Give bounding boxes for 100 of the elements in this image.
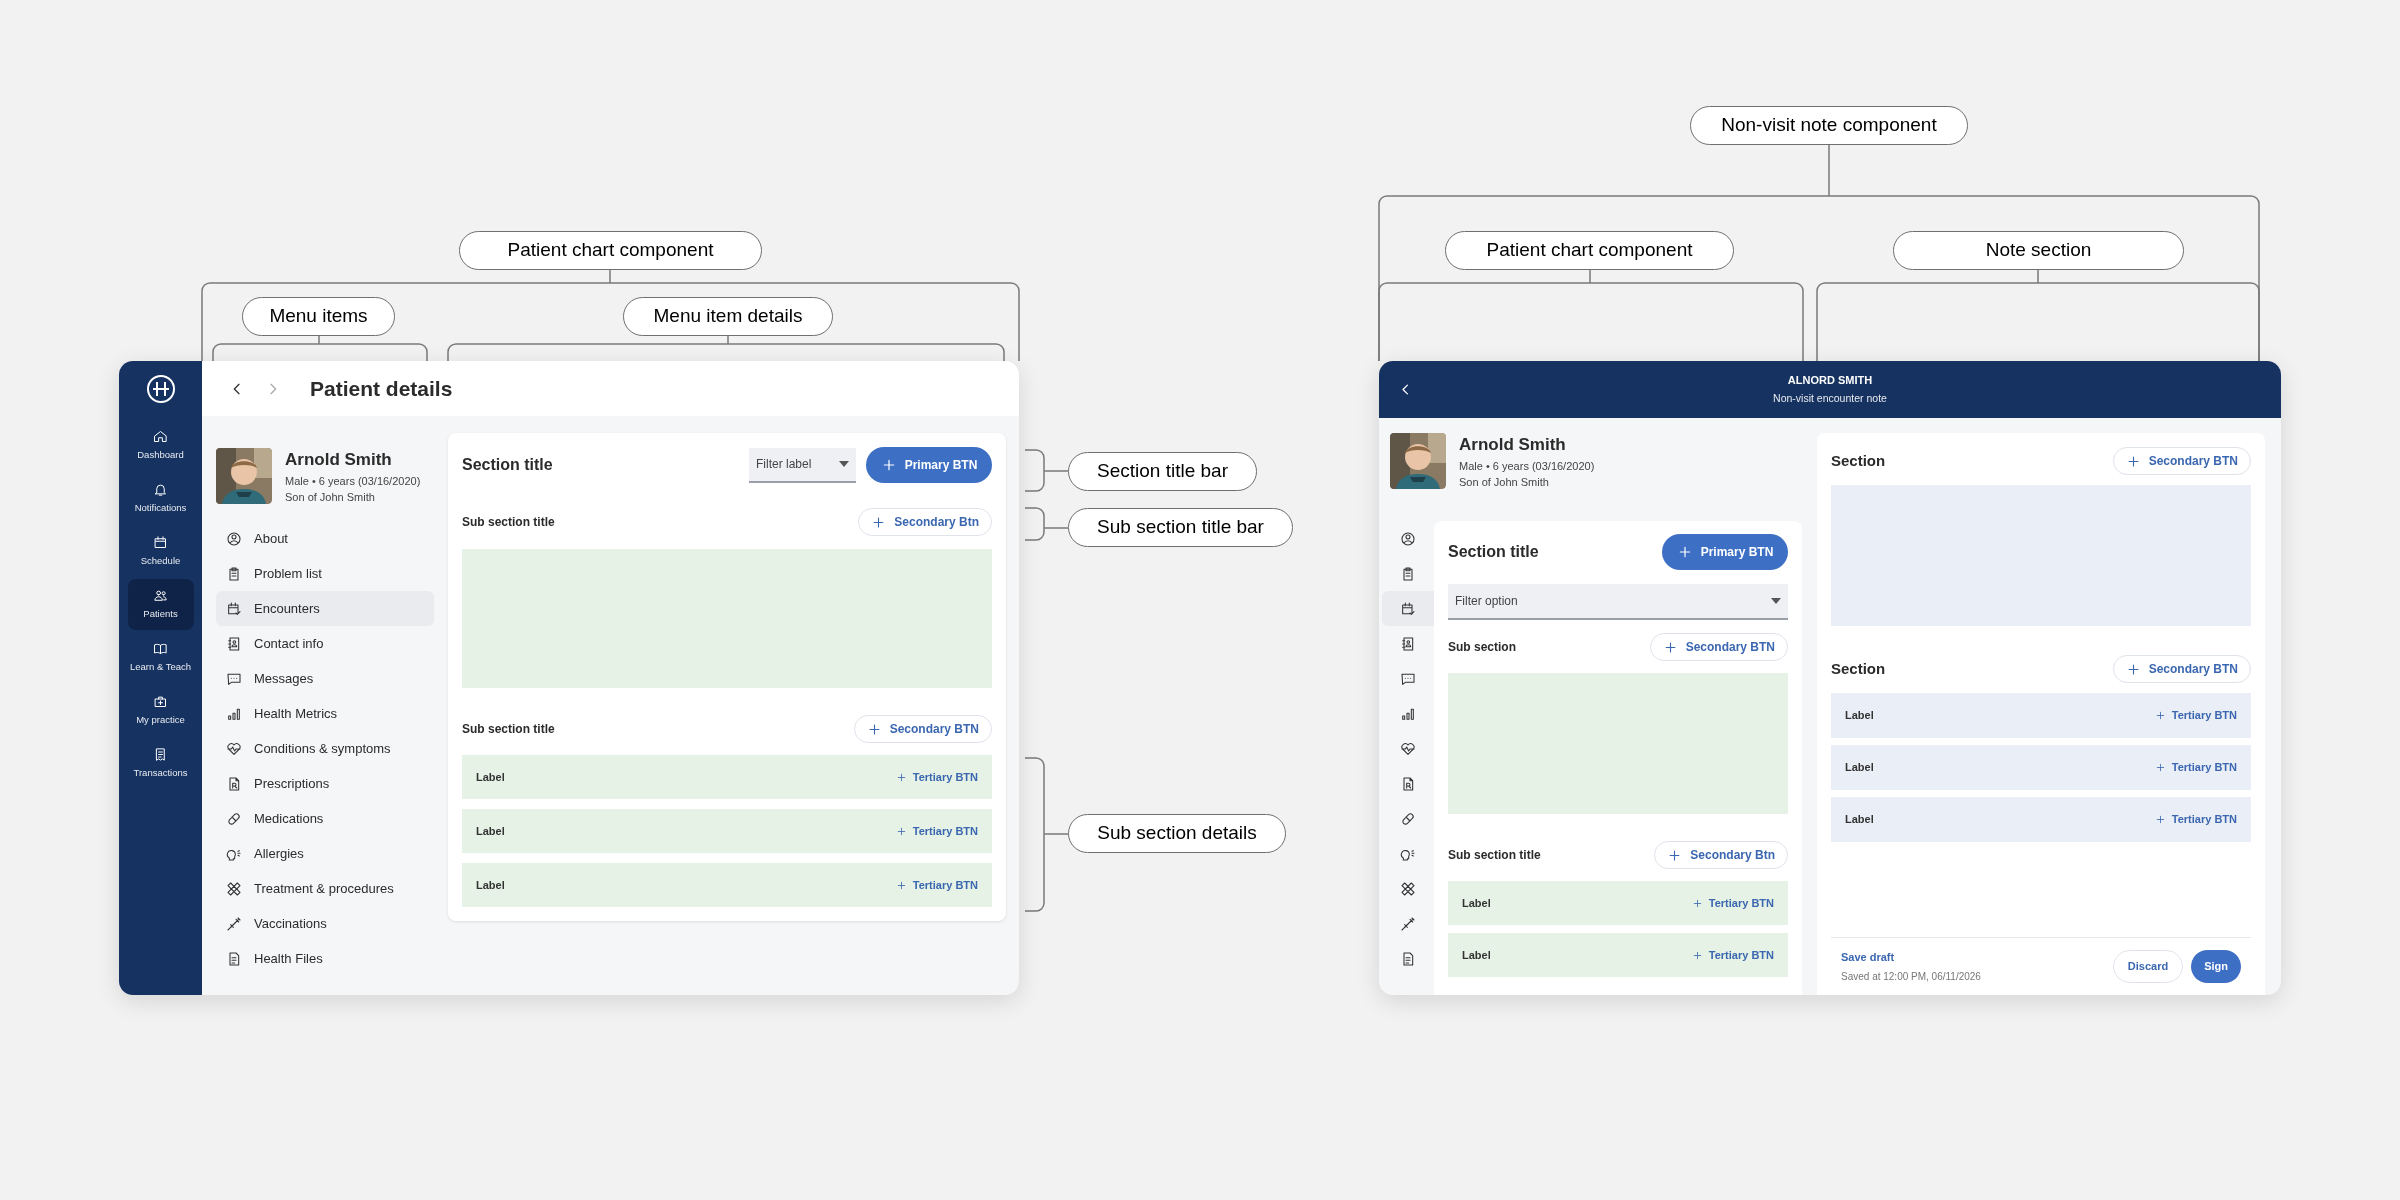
patient-name: Arnold Smith (1459, 434, 1567, 456)
patient-relation: Son of John Smith (285, 490, 376, 505)
section-title: Section title (462, 455, 554, 475)
home-icon (153, 428, 168, 444)
menu-item[interactable]: Prescriptions (216, 766, 434, 801)
tertiary-button[interactable]: Tertiary BTN (895, 876, 978, 894)
sign-button[interactable]: Sign (2191, 950, 2241, 983)
logo-icon (145, 374, 176, 404)
contact-card-icon (1400, 635, 1416, 652)
annotation-label: Section title bar (1068, 452, 1257, 491)
primary-button[interactable]: Primary BTN (866, 447, 992, 483)
secondary-button[interactable]: Secondary BTN (1649, 633, 1788, 661)
menu-item[interactable]: Treatment & procedures (216, 871, 434, 906)
plus-icon (895, 879, 907, 891)
secondary-button[interactable]: Secondary Btn (858, 508, 992, 536)
row-label: Label (1462, 947, 1491, 963)
row-label: Label (1462, 895, 1491, 911)
plus-icon (895, 825, 907, 837)
filter-dropdown[interactable]: Filter option (1448, 584, 1788, 620)
clipboard-icon (226, 565, 242, 582)
patient-details: Male • 6 years (03/16/2020) (1459, 459, 1595, 474)
primary-button[interactable]: Primary BTN (1662, 534, 1788, 570)
bracket-line (1024, 449, 1069, 492)
menu-icon-button[interactable] (1382, 591, 1434, 626)
medical-bag-icon (153, 693, 168, 709)
plus-icon (1667, 847, 1683, 863)
tertiary-button[interactable]: Tertiary BTN (2154, 759, 2237, 776)
secondary-button[interactable]: Secondary BTN (853, 715, 992, 743)
plus-icon (2125, 453, 2141, 469)
plus-icon (866, 721, 882, 737)
tertiary-button[interactable]: Tertiary BTN (895, 822, 978, 840)
row-label: Label (1845, 760, 1874, 776)
nav-item[interactable]: Learn & Teach (127, 632, 194, 683)
save-draft-link[interactable]: Save draft (1841, 949, 1981, 966)
bandage-icon (226, 880, 242, 897)
calendar-check-icon (1400, 600, 1416, 617)
nav-item[interactable]: Patients (127, 579, 194, 630)
annotation-label: Patient chart component (459, 231, 762, 270)
plus-icon (871, 514, 887, 530)
menu-item[interactable]: Allergies (216, 836, 434, 871)
pill-icon (226, 810, 242, 827)
tertiary-button[interactable]: Tertiary BTN (2154, 707, 2237, 724)
clipboard-icon (1400, 565, 1416, 582)
patient-details: Male • 6 years (03/16/2020) (285, 474, 421, 489)
patient-relation: Son of John Smith (1459, 475, 1550, 490)
menu-item[interactable]: Health Files (216, 941, 434, 976)
annotation-label: Note section (1893, 231, 2184, 270)
row-label: Label (476, 769, 505, 785)
menu-item[interactable]: Problem list (216, 556, 434, 591)
calendar-check-icon (226, 600, 242, 617)
row-label: Label (1845, 812, 1874, 828)
caret-icon (1771, 598, 1781, 604)
nav-item[interactable]: Dashboard (127, 420, 194, 471)
menu-item[interactable]: Health Metrics (216, 696, 434, 731)
subsection-title: Sub section title (462, 514, 555, 531)
annotation-label: Menu items (242, 297, 395, 336)
calendar-icon (153, 534, 168, 550)
secondary-button[interactable]: Secondary BTN (2112, 447, 2251, 475)
tertiary-button[interactable]: Tertiary BTN (2154, 811, 2237, 828)
prescription-icon (1400, 775, 1416, 792)
menu-item[interactable]: Conditions & symptoms (216, 731, 434, 766)
nav-item[interactable]: Transactions (127, 738, 194, 789)
plus-icon (2154, 814, 2166, 825)
document-icon (1400, 950, 1416, 967)
discard-button[interactable]: Discard (2112, 950, 2184, 983)
heart-pulse-icon (1400, 740, 1416, 757)
tertiary-button[interactable]: Tertiary BTN (1691, 946, 1774, 964)
menu-item[interactable]: Encounters (216, 591, 434, 626)
menu-item[interactable]: Vaccinations (216, 906, 434, 941)
menu-item[interactable]: About (216, 521, 434, 556)
menu-item[interactable]: Messages (216, 661, 434, 696)
subsection-title: Sub section (1448, 639, 1516, 656)
tertiary-button[interactable]: Tertiary BTN (895, 768, 978, 786)
syringe-icon (226, 915, 242, 932)
nav-item[interactable]: Schedule (127, 526, 194, 577)
row-label: Label (476, 823, 505, 839)
people-icon (153, 587, 168, 603)
document-icon (226, 950, 242, 967)
annotation-label: Non-visit note component (1690, 106, 1968, 145)
nav-item[interactable]: Notifications (127, 473, 194, 524)
nav-item[interactable]: My practice (127, 685, 194, 736)
secondary-button[interactable]: Secondary Btn (1654, 841, 1788, 869)
pill-icon (1400, 810, 1416, 827)
section-title: Section (1831, 658, 1886, 679)
page-title: Patient details (310, 375, 453, 402)
menu-item[interactable]: Medications (216, 801, 434, 836)
subsection-title: Sub section title (1448, 847, 1541, 864)
plus-icon (895, 771, 907, 783)
contact-card-icon (226, 635, 242, 652)
plus-icon (1691, 897, 1703, 909)
annotation-label: Sub section details (1068, 814, 1286, 853)
annotation-label: Patient chart component (1445, 231, 1734, 270)
plus-icon (1691, 949, 1703, 961)
filter-dropdown[interactable]: Filter label (749, 447, 856, 483)
bandage-icon (1400, 880, 1416, 897)
secondary-button[interactable]: Secondary BTN (2112, 655, 2251, 683)
plus-icon (1662, 639, 1678, 655)
receipt-icon (153, 746, 168, 762)
tertiary-button[interactable]: Tertiary BTN (1691, 894, 1774, 912)
menu-item[interactable]: Contact info (216, 626, 434, 661)
